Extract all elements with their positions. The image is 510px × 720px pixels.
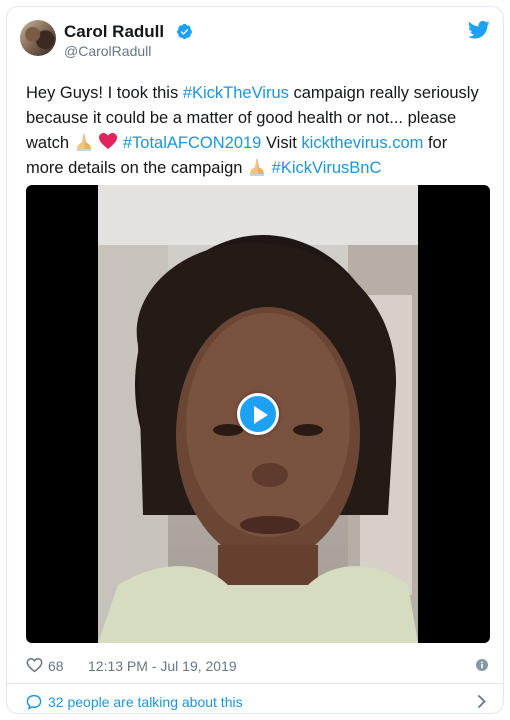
avatar[interactable] (20, 20, 56, 56)
verified-icon (177, 23, 192, 40)
divider (7, 683, 503, 684)
hashtag-link[interactable]: #KickVirusBnC (272, 159, 382, 177)
play-icon (254, 406, 268, 424)
tweet-header: Carol Radull @CarolRadull (20, 20, 490, 64)
twitter-bird-icon[interactable] (468, 20, 490, 40)
heart-icon[interactable] (26, 657, 43, 673)
author-handle[interactable]: @CarolRadull (64, 43, 151, 59)
chevron-right-icon[interactable] (477, 694, 486, 709)
conversation-link[interactable]: 32 people are talking about this (26, 693, 490, 713)
conversation-label[interactable]: 32 people are talking about this (48, 694, 243, 710)
timestamp[interactable]: 12:13 PM - Jul 19, 2019 (88, 658, 237, 674)
tweet-text-segment: Hey Guys! I took this (26, 84, 183, 102)
speech-bubble-icon (26, 694, 42, 710)
author-name[interactable]: Carol Radull (64, 22, 164, 42)
hashtag-link[interactable]: #TotalAFCON2019 (123, 134, 262, 152)
like-count[interactable]: 68 (48, 658, 64, 674)
hashtag-link[interactable]: #KickTheVirus (183, 84, 289, 102)
url-link[interactable]: kickthevirus.com (301, 134, 423, 152)
tweet-text: Hey Guys! I took this #KickTheVirus camp… (26, 81, 488, 181)
video-player[interactable] (26, 185, 490, 643)
play-button[interactable] (237, 393, 279, 435)
tweet-text-segment: Visit (261, 134, 302, 152)
tweet-meta: 68 12:13 PM - Jul 19, 2019 (26, 657, 490, 677)
folded-hands-emoji (76, 134, 91, 151)
embedded-tweet-card: Carol Radull @CarolRadull Hey Guys! I to… (6, 6, 504, 714)
info-icon[interactable] (476, 659, 488, 671)
red-heart-emoji (99, 133, 118, 149)
folded-hands-emoji (250, 159, 265, 176)
